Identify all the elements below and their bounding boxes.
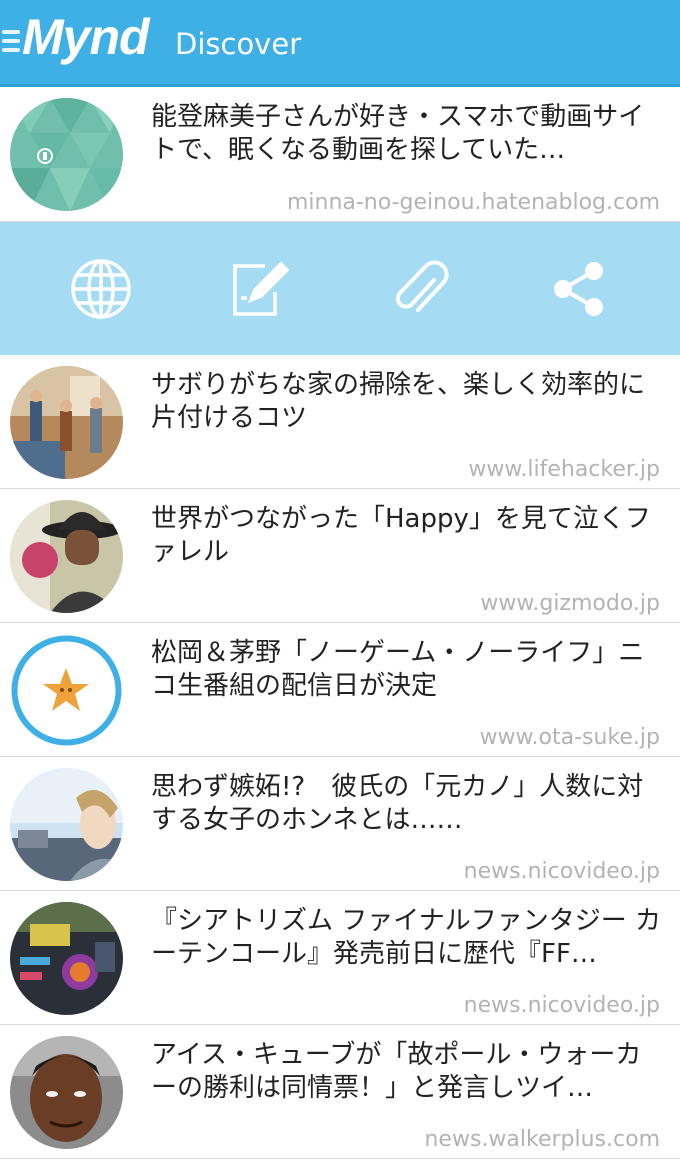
list-item[interactable]: アイス・キューブが「故ポール・ウォーカーの勝利は同情票！」と発言しツイ… new… bbox=[0, 1025, 680, 1159]
article-action-bar bbox=[0, 222, 680, 355]
list-item[interactable]: 『シアトリズム ファイナルファンタジー カーテンコール』発売前日に歴代『FF… … bbox=[0, 891, 680, 1025]
section-title: Discover bbox=[175, 27, 302, 61]
globe-icon[interactable] bbox=[70, 258, 132, 320]
article-source: www.gizmodo.jp bbox=[480, 591, 660, 616]
article-source: www.ota-suke.jp bbox=[479, 725, 660, 750]
article-source: minna-no-geinou.hatenablog.com bbox=[286, 190, 660, 215]
share-icon[interactable] bbox=[548, 258, 610, 320]
article-thumbnail bbox=[10, 768, 123, 881]
article-title: アイス・キューブが「故ポール・ウォーカーの勝利は同情票！」と発言しツイ… bbox=[151, 1040, 642, 1103]
article-title: 思わず嫉妬!? 彼氏の「元カノ」人数に対する女子のホンネとは…… bbox=[151, 772, 644, 835]
list-item[interactable]: 能登麻美子さんが好き・スマホで動画サイトで、眠くなる動画を探していた… minn… bbox=[0, 87, 680, 222]
article-list: 能登麻美子さんが好き・スマホで動画サイトで、眠くなる動画を探していた… minn… bbox=[0, 87, 680, 1159]
article-source: news.nicovideo.jp bbox=[463, 993, 660, 1018]
menu-icon[interactable] bbox=[2, 30, 20, 56]
list-item[interactable]: 思わず嫉妬!? 彼氏の「元カノ」人数に対する女子のホンネとは…… news.ni… bbox=[0, 757, 680, 891]
article-thumbnail bbox=[10, 634, 123, 747]
article-title: サボりがちな家の掃除を、楽しく効率的に片付けるコツ bbox=[151, 370, 646, 433]
article-thumbnail bbox=[10, 902, 123, 1015]
app-logo[interactable]: Mynd bbox=[22, 8, 150, 66]
article-source: www.lifehacker.jp bbox=[468, 457, 660, 482]
paperclip-icon[interactable] bbox=[388, 258, 450, 320]
article-thumbnail bbox=[10, 1036, 123, 1149]
article-source: news.walkerplus.com bbox=[424, 1127, 660, 1152]
article-title: 能登麻美子さんが好き・スマホで動画サイトで、眠くなる動画を探していた… bbox=[151, 102, 645, 165]
article-thumbnail bbox=[10, 500, 123, 613]
edit-note-icon[interactable] bbox=[229, 258, 291, 320]
article-title: 『シアトリズム ファイナルファンタジー カーテンコール』発売前日に歴代『FF… bbox=[151, 906, 662, 969]
list-item[interactable]: サボりがちな家の掃除を、楽しく効率的に片付けるコツ www.lifehacker… bbox=[0, 355, 680, 489]
article-thumbnail bbox=[10, 366, 123, 479]
article-source: news.nicovideo.jp bbox=[463, 859, 660, 884]
list-item[interactable]: 世界がつながった「Happy」を見て泣くファレル www.gizmodo.jp bbox=[0, 489, 680, 623]
article-title: 世界がつながった「Happy」を見て泣くファレル bbox=[151, 504, 651, 567]
list-item[interactable]: 松岡＆茅野「ノーゲーム・ノーライフ」ニコ生番組の配信日が決定 www.ota-s… bbox=[0, 623, 680, 757]
article-thumbnail bbox=[10, 98, 123, 211]
article-title: 松岡＆茅野「ノーゲーム・ノーライフ」ニコ生番組の配信日が決定 bbox=[151, 638, 645, 701]
app-header: Mynd Discover bbox=[0, 0, 680, 87]
